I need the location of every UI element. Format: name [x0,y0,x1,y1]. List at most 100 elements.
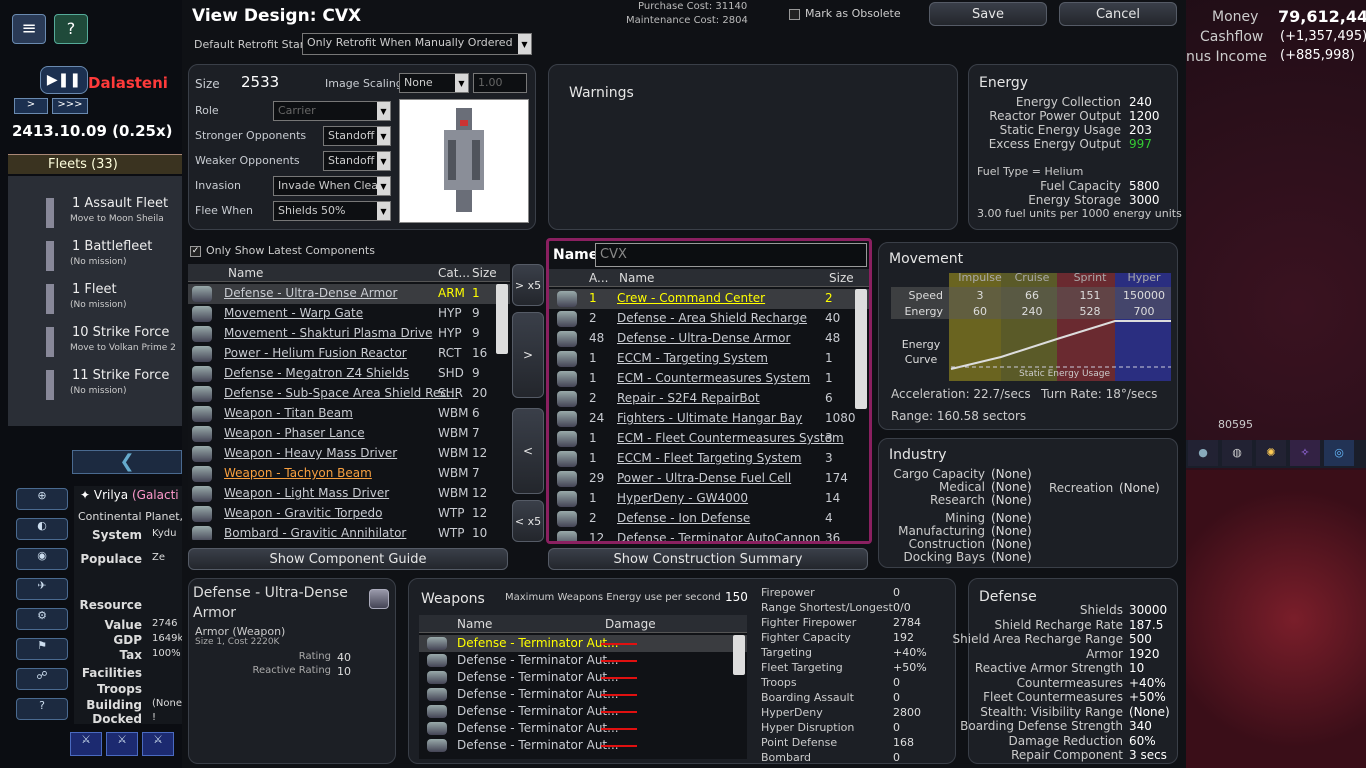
play-pause-button[interactable]: ▶❚❚ [40,66,88,94]
col-category[interactable]: Cat... [438,266,470,280]
col-size[interactable]: Size [829,271,854,285]
show-component-guide-button[interactable]: Show Component Guide [188,548,508,570]
component-row[interactable]: Movement - Warp Gate HYP 9 [188,304,510,324]
save-button[interactable]: Save [929,2,1047,26]
help-button[interactable]: ? [54,14,88,44]
image-scale-amount[interactable]: 1.00 [473,73,527,93]
design-row[interactable]: 1 Crew - Command Center 2 [549,289,869,309]
component-row[interactable]: Weapon - Phaser Lance WBM 7 [188,424,510,444]
weapons-scrollbar[interactable] [733,635,745,675]
filter-icon-5[interactable]: ◎ [1324,440,1354,466]
col-name[interactable]: Name [457,617,492,631]
setting-select[interactable]: Standoff ▼ [323,126,391,146]
design-row[interactable]: 12 Defense - Terminator AutoCannon 36 [549,529,869,541]
tool-icon-8[interactable]: ? [16,698,68,720]
setting-select[interactable]: Standoff ▼ [323,151,391,171]
tool-icon-6[interactable]: ⚑ [16,638,68,660]
tool-icon-5[interactable]: ⚙ [16,608,68,630]
design-row[interactable]: 1 HyperDeny - GW4000 14 [549,489,869,509]
galaxy-map[interactable] [1186,470,1366,768]
fleets-header[interactable]: Fleets (33) [8,154,190,174]
defense-value: 340 [1129,719,1152,733]
cancel-button[interactable]: Cancel [1059,2,1177,26]
component-row[interactable]: Bombard - Gravitic Annihilator WTP 10 [188,524,510,540]
filter-icon-4[interactable]: ✧ [1290,440,1320,466]
component-row[interactable]: Weapon - Titan Beam WBM 6 [188,404,510,424]
energy-title: Energy [979,75,1029,91]
design-row[interactable]: 2 Defense - Area Shield Recharge 40 [549,309,869,329]
component-row[interactable]: Defense - Sub-Space Area Shield Rec... S… [188,384,510,404]
component-row[interactable]: Defense - Megatron Z4 Shields SHD 9 [188,364,510,384]
fleet-item[interactable]: 1 Battlefleet (No mission) [38,235,188,275]
col-name[interactable]: Name [228,266,263,280]
tool-icon-7[interactable]: ☍ [16,668,68,690]
fleet-item[interactable]: 1 Fleet (No mission) [38,278,188,318]
fleet-icon-a[interactable]: ⚔ [70,732,102,756]
add-button[interactable]: > [512,312,544,398]
design-row[interactable]: 1 ECCM - Fleet Targeting System 3 [549,449,869,469]
speed-up-button[interactable]: >>> [52,98,88,114]
setting-select[interactable]: Carrier ▼ [273,101,391,121]
tool-icon-3[interactable]: ◉ [16,548,68,570]
planet-info-value: 100% [152,648,181,659]
weapon-row[interactable]: Defense - Terminator Aut... [419,669,747,686]
obsolete-checkbox[interactable] [789,9,800,20]
retrofit-select[interactable]: Only Retrofit When Manually Ordered ▼ [302,33,532,55]
weapon-row[interactable]: Defense - Terminator Aut... [419,737,747,754]
component-row[interactable]: Weapon - Tachyon Beam WBM 7 [188,464,510,484]
weapon-row[interactable]: Defense - Terminator Aut... [419,635,747,652]
design-row[interactable]: 1 ECM - Countermeasures System 1 [549,369,869,389]
component-row[interactable]: Defense - Ultra-Dense Armor ARM 1 [188,284,510,304]
planet-info-value: 1649k [152,633,184,644]
size-label: Size [195,77,220,91]
fleet-icon-b[interactable]: ⚔ [106,732,138,756]
design-scrollbar[interactable] [855,289,867,409]
collapse-button[interactable]: ❮ [72,450,182,474]
add-x5-button[interactable]: > x5 [512,264,544,306]
remove-x5-button[interactable]: < x5 [512,500,544,542]
filter-icon-2[interactable]: ◍ [1222,440,1252,466]
col-amount[interactable]: A... [589,271,608,285]
filter-icon-3[interactable]: ✺ [1256,440,1286,466]
setting-select[interactable]: Shields 50% ▼ [273,201,391,221]
show-construction-summary-button[interactable]: Show Construction Summary [548,548,868,570]
col-size[interactable]: Size [472,266,497,280]
fleet-icon-c[interactable]: ⚔ [142,732,174,756]
tool-icon-1[interactable]: ⊕ [16,488,68,510]
tool-icon-2[interactable]: ◐ [16,518,68,540]
component-icon [192,386,212,402]
component-row[interactable]: Weapon - Heavy Mass Driver WBM 12 [188,444,510,464]
image-scaling-select[interactable]: None ▼ [399,73,469,93]
design-row[interactable]: 1 ECM - Fleet Countermeasures System 3 [549,429,869,449]
weapon-row[interactable]: Defense - Terminator Aut... [419,720,747,737]
component-row[interactable]: Power - Helium Fusion Reactor RCT 16 [188,344,510,364]
design-row[interactable]: 48 Defense - Ultra-Dense Armor 48 [549,329,869,349]
design-row[interactable]: 2 Defense - Ion Defense 4 [549,509,869,529]
weapon-row[interactable]: Defense - Terminator Aut... [419,652,747,669]
col-name[interactable]: Name [619,271,654,285]
planet-name[interactable]: ✦ Vrilya (Galacti [80,488,179,502]
component-row[interactable]: Movement - Shakturi Plasma Drive HYP 9 [188,324,510,344]
menu-button[interactable]: ≡ [12,14,46,44]
weapon-row[interactable]: Defense - Terminator Aut... [419,686,747,703]
component-row[interactable]: Weapon - Light Mass Driver WBM 12 [188,484,510,504]
remove-button[interactable]: < [512,408,544,494]
filter-icon-1[interactable]: ● [1188,440,1218,466]
fleet-item[interactable]: 11 Strike Force (No mission) [38,364,188,404]
design-name-input[interactable]: CVX [595,243,867,267]
latest-only-checkbox[interactable]: ✓ [190,246,201,257]
component-scrollbar[interactable] [496,284,508,354]
design-row[interactable]: 1 ECCM - Targeting System 1 [549,349,869,369]
setting-select[interactable]: Invade When Clear ▼ [273,176,391,196]
design-row[interactable]: 24 Fighters - Ultimate Hangar Bay 1080 [549,409,869,429]
col-damage[interactable]: Damage [605,617,656,631]
design-row[interactable]: 29 Power - Ultra-Dense Fuel Cell 174 [549,469,869,489]
weapon-stat-value: 0 [893,586,900,599]
speed-down-button[interactable]: > [14,98,48,114]
tool-icon-4[interactable]: ✈ [16,578,68,600]
fleet-item[interactable]: 1 Assault Fleet Move to Moon Sheila [38,192,188,232]
design-row[interactable]: 2 Repair - S2F4 RepairBot 6 [549,389,869,409]
weapon-row[interactable]: Defense - Terminator Aut... [419,703,747,720]
component-row[interactable]: Weapon - Gravitic Torpedo WTP 12 [188,504,510,524]
fleet-item[interactable]: 10 Strike Force Move to Volkan Prime 2 [38,321,188,361]
